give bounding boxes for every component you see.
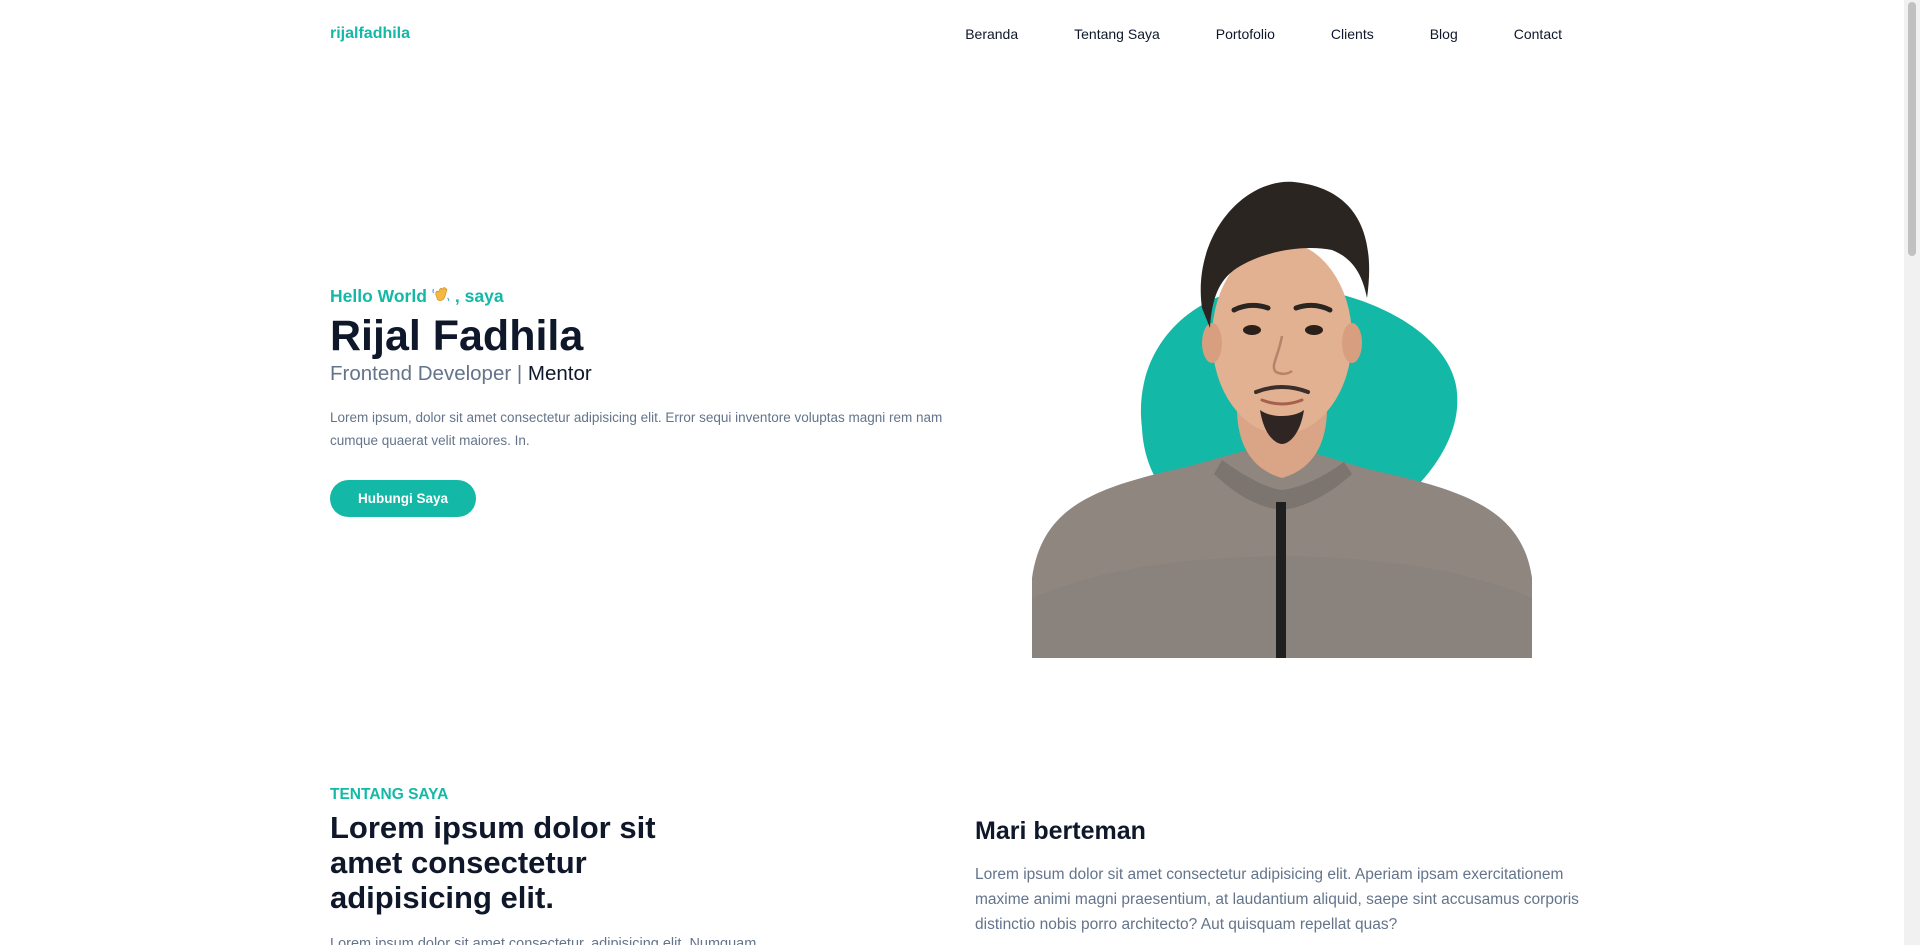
- waving-hand-icon: [431, 284, 451, 309]
- about-section: Tentang Saya Lorem ipsum dolor sit amet …: [330, 786, 850, 945]
- profile-photo: [1032, 178, 1532, 658]
- about-title: Lorem ipsum dolor sit amet consectetur a…: [330, 810, 656, 915]
- page-scrollbar[interactable]: [1904, 0, 1920, 945]
- greeting-prefix: Hello World: [330, 286, 427, 306]
- about-eyebrow: Tentang Saya: [330, 786, 449, 803]
- hero-intro: Hello World , saya Rijal Fadhila Fronten…: [330, 284, 950, 518]
- about-body: Lorem ipsum dolor sit amet consectetur, …: [330, 936, 757, 945]
- greeting-suffix: , saya: [454, 286, 504, 306]
- brand-logo[interactable]: rijalfadhila: [330, 25, 410, 43]
- hero-description: Lorem ipsum, dolor sit amet consectetur …: [330, 410, 943, 449]
- friends-section: Mari berteman Lorem ipsum dolor sit amet…: [975, 817, 1605, 937]
- hero-role: Frontend Developer | Mentor: [330, 362, 950, 386]
- navbar: rijalfadhila Beranda Tentang Saya Portof…: [330, 0, 1562, 68]
- hero-name: Rijal Fadhila: [330, 312, 584, 360]
- role-title: Frontend Developer: [330, 362, 512, 386]
- nav-item-portofolio[interactable]: Portofolio: [1216, 26, 1275, 42]
- role-extra: Mentor: [527, 362, 592, 386]
- nav-item-contact[interactable]: Contact: [1514, 26, 1562, 42]
- nav-item-clients[interactable]: Clients: [1331, 26, 1374, 42]
- nav-menu: Beranda Tentang Saya Portofolio Clients …: [909, 26, 1562, 42]
- page: rijalfadhila Beranda Tentang Saya Portof…: [0, 0, 1904, 945]
- contact-me-button[interactable]: Hubungi Saya: [330, 480, 477, 518]
- hero-greeting: Hello World , saya: [330, 284, 950, 309]
- friends-body: Lorem ipsum dolor sit amet consectetur a…: [975, 866, 1579, 933]
- friends-title: Mari berteman: [975, 817, 1146, 845]
- scrollbar-thumb[interactable]: [1908, 2, 1916, 256]
- role-separator: |: [516, 362, 523, 386]
- nav-item-beranda[interactable]: Beranda: [965, 26, 1018, 42]
- nav-item-blog[interactable]: Blog: [1430, 26, 1458, 42]
- nav-item-tentang-saya[interactable]: Tentang Saya: [1074, 26, 1160, 42]
